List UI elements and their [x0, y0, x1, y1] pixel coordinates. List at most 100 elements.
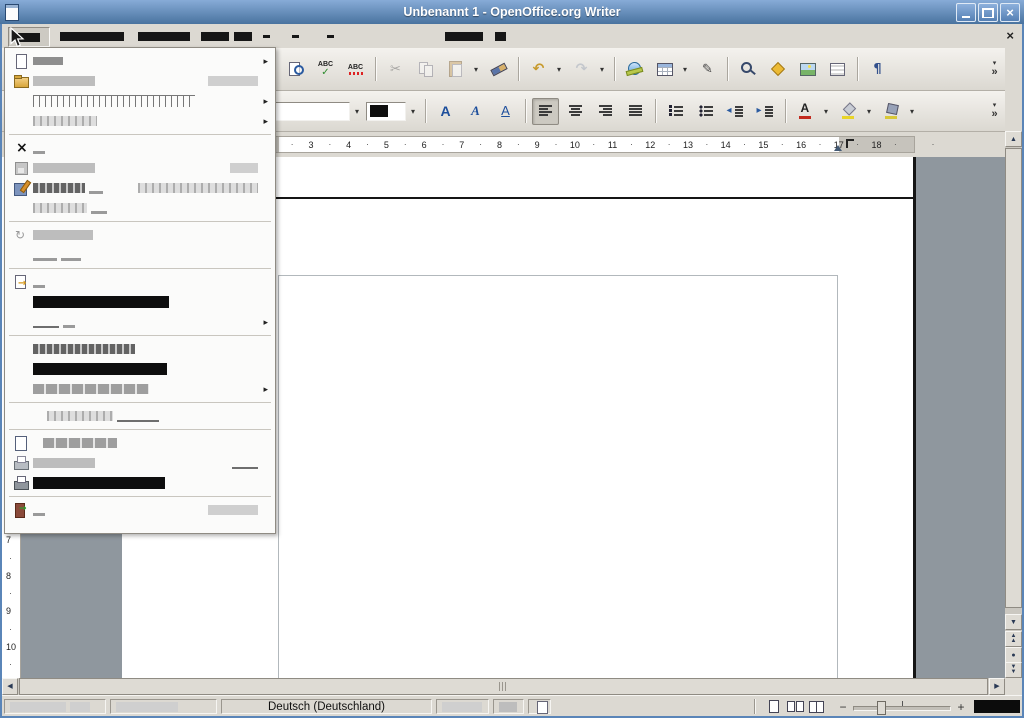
paintbrush-button[interactable] — [485, 56, 512, 83]
redo-button[interactable] — [568, 56, 595, 83]
menu-item-wizards[interactable]: ▸ — [6, 111, 274, 131]
font-color-button[interactable] — [792, 98, 819, 125]
paste-dropdown-button[interactable]: ▾ — [470, 57, 482, 81]
vertical-scroll-thumb[interactable] — [1005, 148, 1022, 608]
find-replace-button[interactable] — [734, 56, 761, 83]
align-center-button[interactable] — [562, 98, 589, 125]
gallery-button[interactable] — [794, 56, 821, 83]
font-color-dropdown-button[interactable]: ▾ — [820, 99, 832, 123]
menu-item-properties[interactable] — [6, 339, 274, 359]
scroll-left-button[interactable]: ◀ — [2, 678, 18, 695]
menu-item-send[interactable]: ▸ — [6, 312, 274, 332]
menu-item-digital-signatures[interactable] — [6, 359, 274, 379]
formatting-toolbar-overflow-button[interactable]: ▾» — [987, 102, 1002, 120]
close-document-button[interactable]: × — [1006, 29, 1014, 43]
numbering-button[interactable] — [662, 98, 689, 125]
next-page-button[interactable]: ▼▼ — [1005, 662, 1022, 678]
italic-button[interactable] — [462, 98, 489, 125]
menu-item-recent-documents[interactable]: ▸ — [6, 91, 274, 111]
menu-format[interactable] — [229, 27, 257, 45]
copy-button[interactable] — [412, 56, 439, 83]
auto-spellcheck-button[interactable] — [342, 56, 369, 83]
hyperlink-button[interactable] — [621, 56, 648, 83]
statusbar-insert-mode[interactable] — [436, 699, 489, 714]
menu-item-versions[interactable] — [6, 245, 274, 265]
zoom-in-button[interactable]: + — [956, 700, 966, 714]
scroll-right-button[interactable]: ▶ — [989, 678, 1005, 695]
navigator-button[interactable] — [764, 56, 791, 83]
spelling-button[interactable] — [312, 56, 339, 83]
paste-button[interactable] — [442, 56, 469, 83]
combo-font-name-dropdown-button[interactable]: ▾ — [351, 99, 363, 123]
table-button[interactable] — [651, 56, 678, 83]
horizontal-scrollbar[interactable]: ◀ ▶ — [2, 678, 1005, 695]
redo-dropdown-button[interactable]: ▾ — [596, 57, 608, 81]
zoom-value-block[interactable] — [974, 700, 1020, 713]
menu-item-save-all[interactable] — [6, 198, 274, 218]
titlebar[interactable]: Unbenannt 1 - OpenOffice.org Writer × — [0, 0, 1024, 24]
menu-tools[interactable] — [287, 27, 304, 45]
undo-dropdown-button[interactable]: ▾ — [553, 57, 565, 81]
menu-table[interactable] — [258, 27, 275, 45]
menu-item-export-pdf[interactable] — [6, 292, 274, 312]
menu-item-reload[interactable] — [6, 225, 274, 245]
background-color-button[interactable] — [878, 98, 905, 125]
menu-item-page-preview[interactable] — [6, 433, 274, 453]
menu-item-printer-settings[interactable] — [6, 473, 274, 493]
vertical-scrollbar[interactable]: ▲ ▼ ▲▲ ● ▼▼ — [1005, 131, 1022, 678]
statusbar-language[interactable]: Deutsch (Deutschland) — [221, 699, 432, 714]
minimize-button[interactable] — [956, 3, 976, 22]
cut-button[interactable] — [382, 56, 409, 83]
menu-item-exit[interactable] — [6, 500, 274, 520]
menu-item-export[interactable] — [6, 272, 274, 292]
align-left-button[interactable] — [532, 98, 559, 125]
close-button[interactable]: × — [1000, 3, 1020, 22]
align-justify-button[interactable] — [622, 98, 649, 125]
underline-button[interactable] — [492, 98, 519, 125]
highlighting-button[interactable] — [835, 98, 862, 125]
menu-item-close[interactable] — [6, 138, 274, 158]
menu-help[interactable] — [440, 27, 488, 45]
zoom-track[interactable] — [853, 698, 951, 715]
zoom-out-button[interactable]: − — [838, 700, 848, 714]
menu-item-print[interactable] — [6, 453, 274, 473]
statusbar-document-modified[interactable] — [528, 699, 551, 714]
maximize-button[interactable] — [978, 3, 998, 22]
table-dropdown-button[interactable]: ▾ — [679, 57, 691, 81]
previous-page-button[interactable]: ▲▲ — [1005, 631, 1022, 647]
menu-item-open[interactable] — [6, 71, 274, 91]
bold-button[interactable] — [432, 98, 459, 125]
single-page-view-button[interactable] — [764, 698, 784, 715]
highlighting-dropdown-button[interactable]: ▾ — [863, 99, 875, 123]
zoom-slider[interactable]: − + — [838, 698, 966, 715]
bullets-button[interactable] — [692, 98, 719, 125]
statusbar-page-info[interactable] — [4, 699, 106, 714]
multi-page-view-button[interactable] — [785, 698, 805, 715]
page-preview-button[interactable] — [282, 56, 309, 83]
zoom-thumb[interactable] — [877, 701, 886, 715]
indent-increase-button[interactable] — [752, 98, 779, 125]
combo-font-size-dropdown-button[interactable]: ▾ — [407, 99, 419, 123]
undo-button[interactable] — [525, 56, 552, 83]
draw-functions-button[interactable] — [694, 56, 721, 83]
formatting-marks-button[interactable] — [864, 56, 891, 83]
combo-font-size[interactable] — [366, 102, 406, 121]
statusbar-page-style[interactable] — [110, 699, 217, 714]
book-view-button[interactable] — [806, 698, 826, 715]
data-sources-button[interactable] — [824, 56, 851, 83]
menu-item-save-as[interactable] — [6, 178, 274, 198]
statusbar-selection-mode[interactable] — [493, 699, 524, 714]
scroll-down-button[interactable]: ▼ — [1005, 614, 1022, 630]
scroll-up-button[interactable]: ▲ — [1005, 131, 1022, 147]
background-color-dropdown-button[interactable]: ▾ — [906, 99, 918, 123]
menu-item-save[interactable] — [6, 158, 274, 178]
menu-item-templates[interactable]: ▸ — [6, 379, 274, 399]
align-right-button[interactable] — [592, 98, 619, 125]
menu-edit[interactable] — [55, 27, 129, 45]
menu-item-preview-in-web-browser[interactable] — [6, 406, 274, 426]
horizontal-scroll-thumb[interactable] — [19, 678, 988, 695]
indent-decrease-button[interactable] — [722, 98, 749, 125]
right-indent-marker[interactable] — [834, 145, 842, 151]
navigation-button[interactable]: ● — [1005, 647, 1022, 663]
standard-toolbar-overflow-button[interactable]: ▾» — [987, 60, 1002, 78]
